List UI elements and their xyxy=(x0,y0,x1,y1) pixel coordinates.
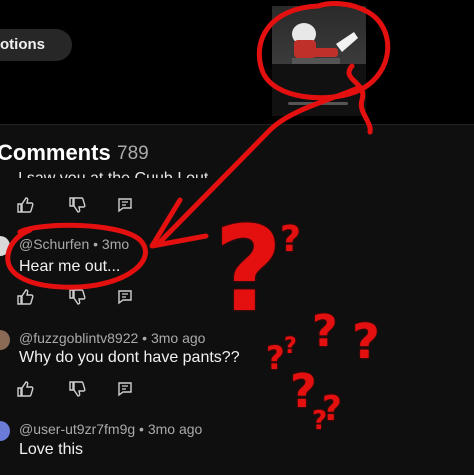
question-mark-annotation: ? xyxy=(352,314,380,370)
comment-actions xyxy=(16,196,136,214)
video-area: otions xyxy=(0,0,474,124)
like-icon[interactable] xyxy=(16,380,34,398)
dislike-icon[interactable] xyxy=(68,380,86,398)
question-mark-annotation: ? xyxy=(312,406,328,436)
like-icon[interactable] xyxy=(16,288,34,306)
comment-actions xyxy=(16,380,136,398)
comment-text: Why do you dont have pants?? xyxy=(19,349,240,366)
comment-text: Love this xyxy=(19,441,84,458)
question-mark-annotation: ? xyxy=(284,334,297,359)
dislike-icon[interactable] xyxy=(68,288,86,306)
reply-icon[interactable] xyxy=(116,380,134,398)
video-scrubber[interactable] xyxy=(288,102,348,105)
comment-text: Hear me out... xyxy=(19,258,121,275)
options-label: otions xyxy=(0,36,45,53)
question-mark-annotation: ? xyxy=(266,339,285,377)
question-mark-annotation: ? xyxy=(214,200,283,338)
comment-author-meta: @user-ut9zr7fm9g • 3mo ago xyxy=(19,421,203,437)
comment-author-meta: @Schurfen • 3mo xyxy=(19,236,130,252)
like-icon[interactable] xyxy=(16,196,34,214)
question-mark-annotation: ? xyxy=(312,306,338,357)
comments-count: 789 xyxy=(117,143,149,164)
comment-author-meta: @fuzzgoblintv8922 • 3mo ago xyxy=(19,330,206,346)
character-figure-icon xyxy=(292,23,358,64)
cut-off-comment-text: I saw you at the Cuub I out xyxy=(18,164,208,178)
reply-icon[interactable] xyxy=(116,288,134,306)
question-mark-annotation: ? xyxy=(280,219,301,260)
reply-icon[interactable] xyxy=(116,196,134,214)
options-chip[interactable]: otions xyxy=(0,29,72,61)
video-thumbnail[interactable] xyxy=(272,6,366,116)
comments-title: Comments xyxy=(0,140,111,165)
dislike-icon[interactable] xyxy=(68,196,86,214)
comment-actions xyxy=(16,288,136,306)
